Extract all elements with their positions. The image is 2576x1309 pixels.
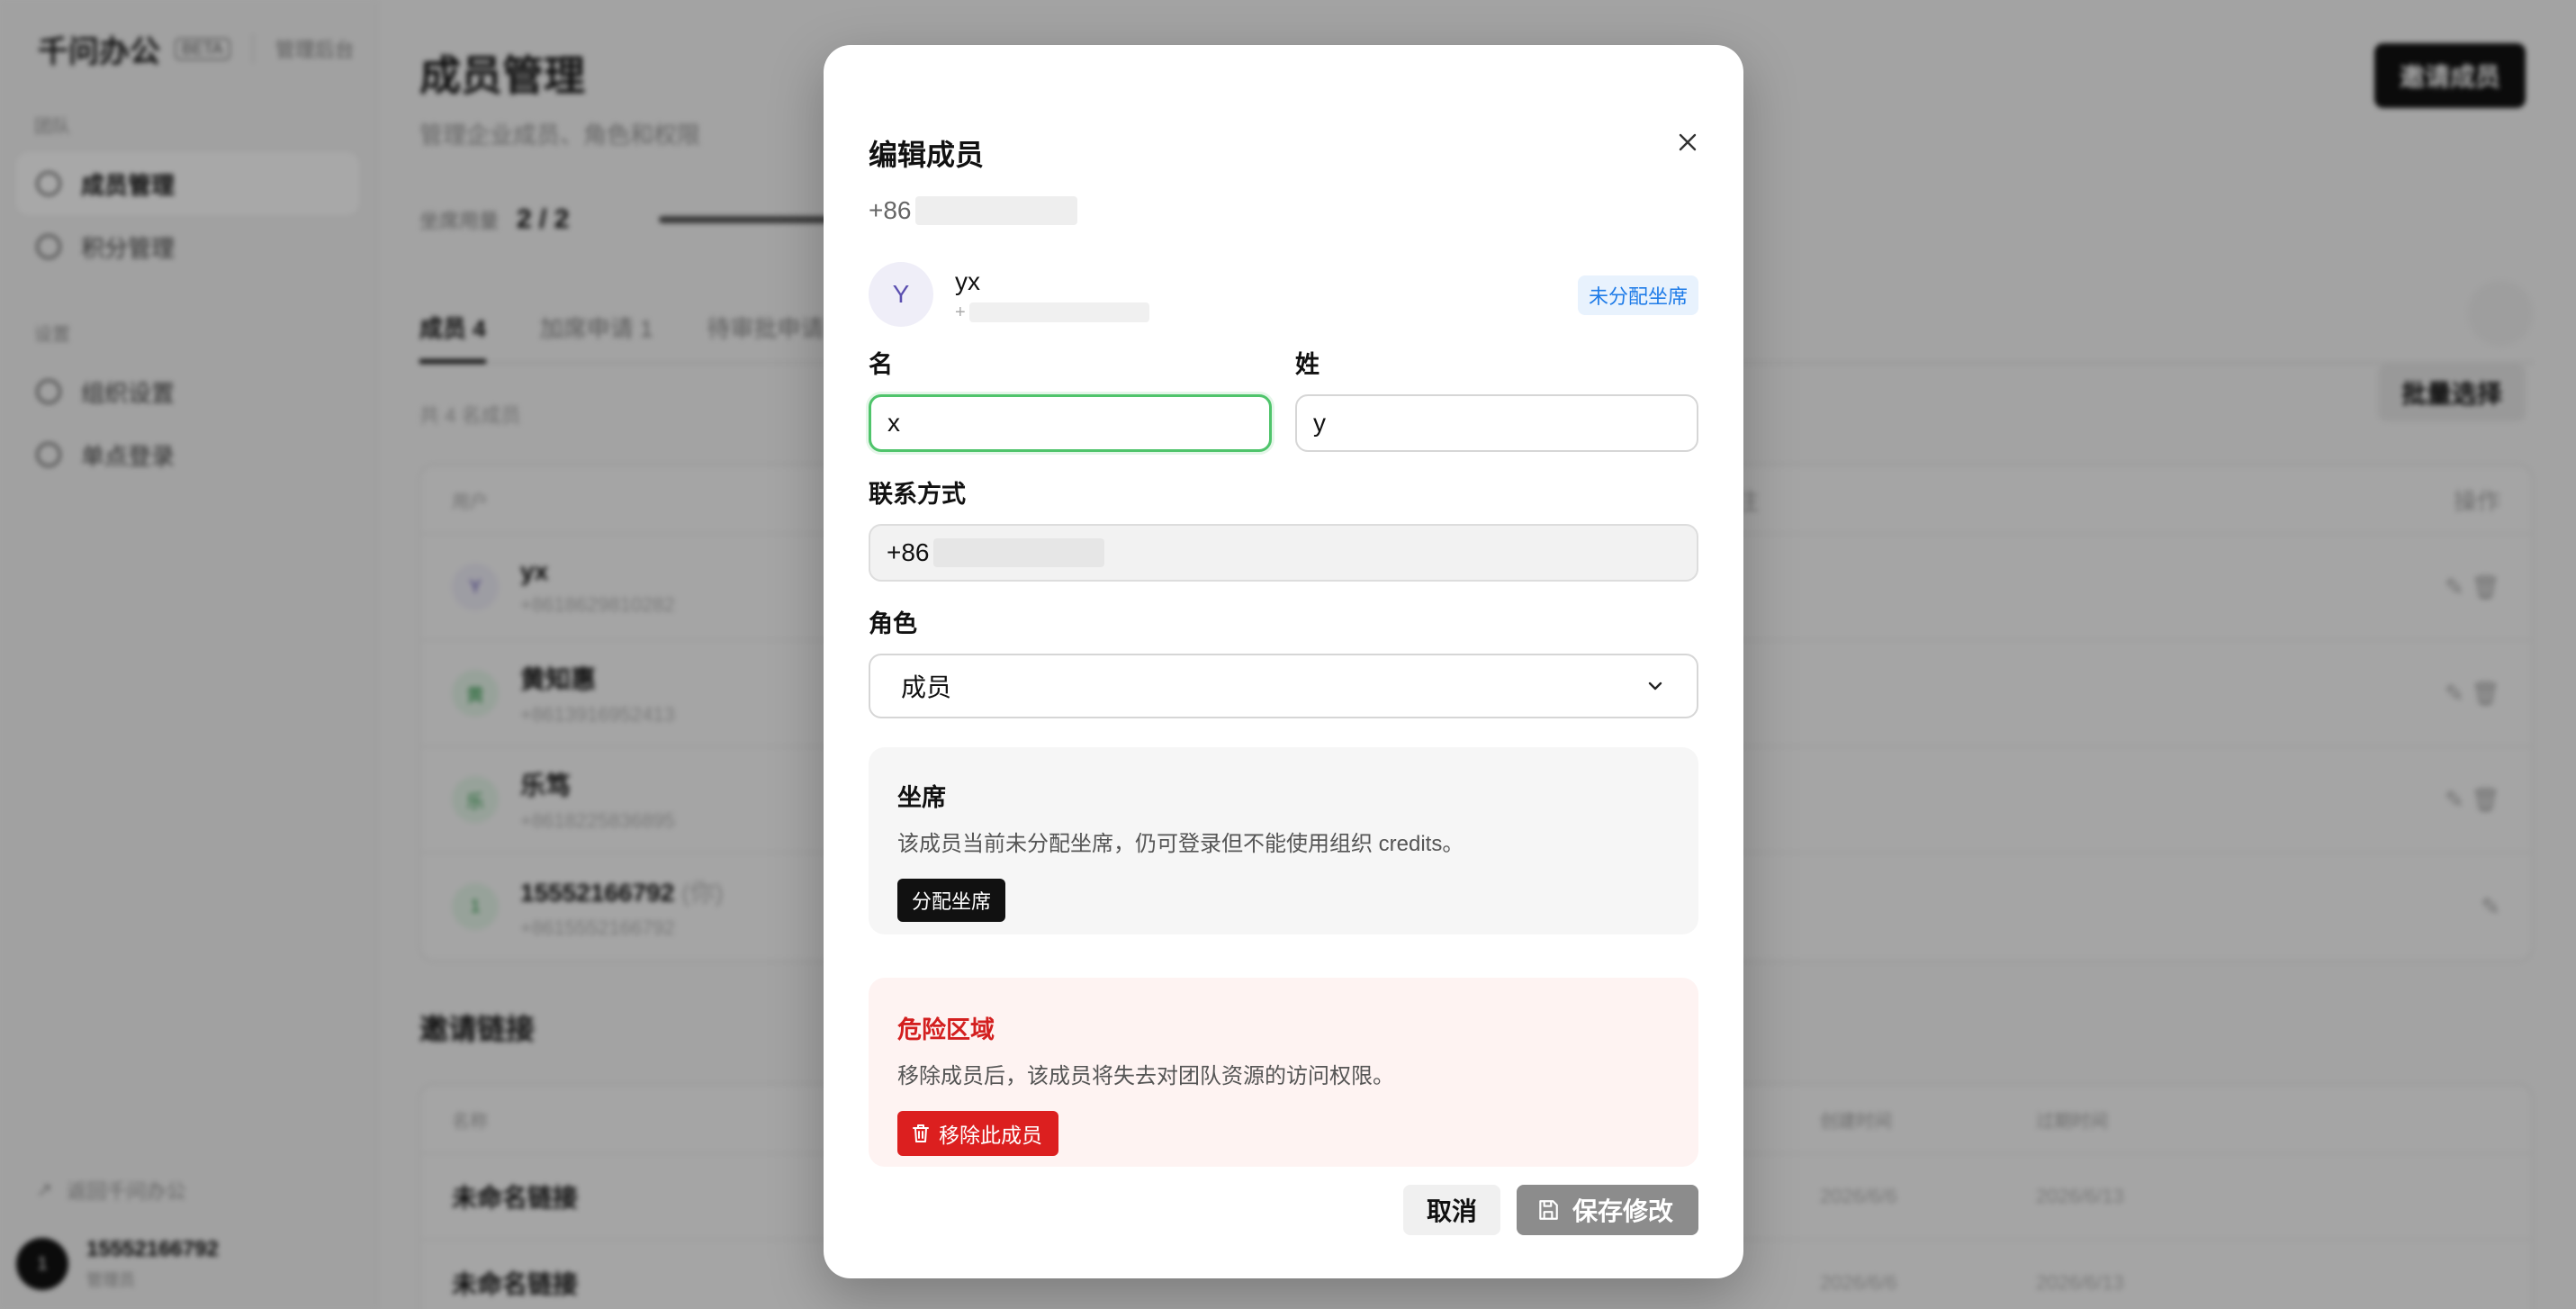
- trash-icon: [913, 1124, 929, 1142]
- phone-prefix: +86: [869, 196, 912, 224]
- redacted-phone: [932, 538, 1104, 567]
- first-name-label: 名: [869, 351, 893, 378]
- redacted-phone: [914, 196, 1077, 225]
- last-name-label: 姓: [1295, 351, 1320, 378]
- close-button[interactable]: [1671, 126, 1704, 158]
- close-icon: [1679, 133, 1697, 151]
- save-button[interactable]: 保存修改: [1516, 1185, 1698, 1235]
- remove-member-label: 移除此成员: [939, 1124, 1042, 1147]
- danger-zone-desc: 移除成员后，该成员将失去对团队资源的访问权限。: [897, 1064, 1394, 1088]
- seat-section-desc: 该成员当前未分配坐席，仍可登录但不能使用组织 credits。: [897, 832, 1464, 856]
- redacted-phone: [968, 302, 1149, 322]
- remove-member-button[interactable]: 移除此成员: [897, 1111, 1058, 1156]
- danger-zone: 危险区域 移除成员后，该成员将失去对团队资源的访问权限。 移除此成员: [869, 978, 1698, 1167]
- seat-section: 坐席 该成员当前未分配坐席，仍可登录但不能使用组织 credits。 分配坐席: [869, 747, 1698, 934]
- contact-prefix: +86: [887, 538, 930, 566]
- member-phone-prefix: +: [955, 302, 966, 322]
- save-icon: [1539, 1200, 1558, 1220]
- member-name: yx: [955, 266, 980, 295]
- role-block: 角色 成员: [869, 609, 1698, 718]
- member-phone: +: [955, 302, 1149, 323]
- chevron-down-icon: [1648, 682, 1662, 691]
- contact-block: 联系方式 +86: [869, 479, 1698, 582]
- edit-member-dialog: 编辑成员 +86 Y yx + 未分配坐席 名 x 姓 y 联系方式 +86 角…: [824, 45, 1743, 1278]
- cancel-button[interactable]: 取消: [1402, 1185, 1500, 1235]
- dialog-phone: +86: [869, 194, 1698, 227]
- seat-section-title: 坐席: [897, 784, 946, 811]
- dialog-title: 编辑成员: [869, 139, 985, 171]
- contact-label: 联系方式: [869, 481, 966, 508]
- role-label: 角色: [869, 610, 917, 637]
- contact-field: +86: [869, 524, 1698, 582]
- role-selected-value: 成员: [901, 673, 952, 701]
- name-fields: 名 x 姓 y: [869, 349, 1698, 452]
- danger-zone-title: 危险区域: [897, 1016, 995, 1043]
- first-name-field[interactable]: x: [869, 394, 1272, 452]
- last-name-field[interactable]: y: [1295, 394, 1698, 452]
- member-summary: Y yx + 未分配坐席: [869, 261, 1698, 328]
- assign-seat-button[interactable]: 分配坐席: [897, 879, 1006, 922]
- save-button-label: 保存修改: [1572, 1197, 1673, 1225]
- status-badge: 未分配坐席: [1577, 275, 1698, 315]
- dialog-footer: 取消 保存修改: [1402, 1185, 1698, 1235]
- avatar: Y: [869, 262, 933, 327]
- role-select[interactable]: 成员: [869, 654, 1698, 718]
